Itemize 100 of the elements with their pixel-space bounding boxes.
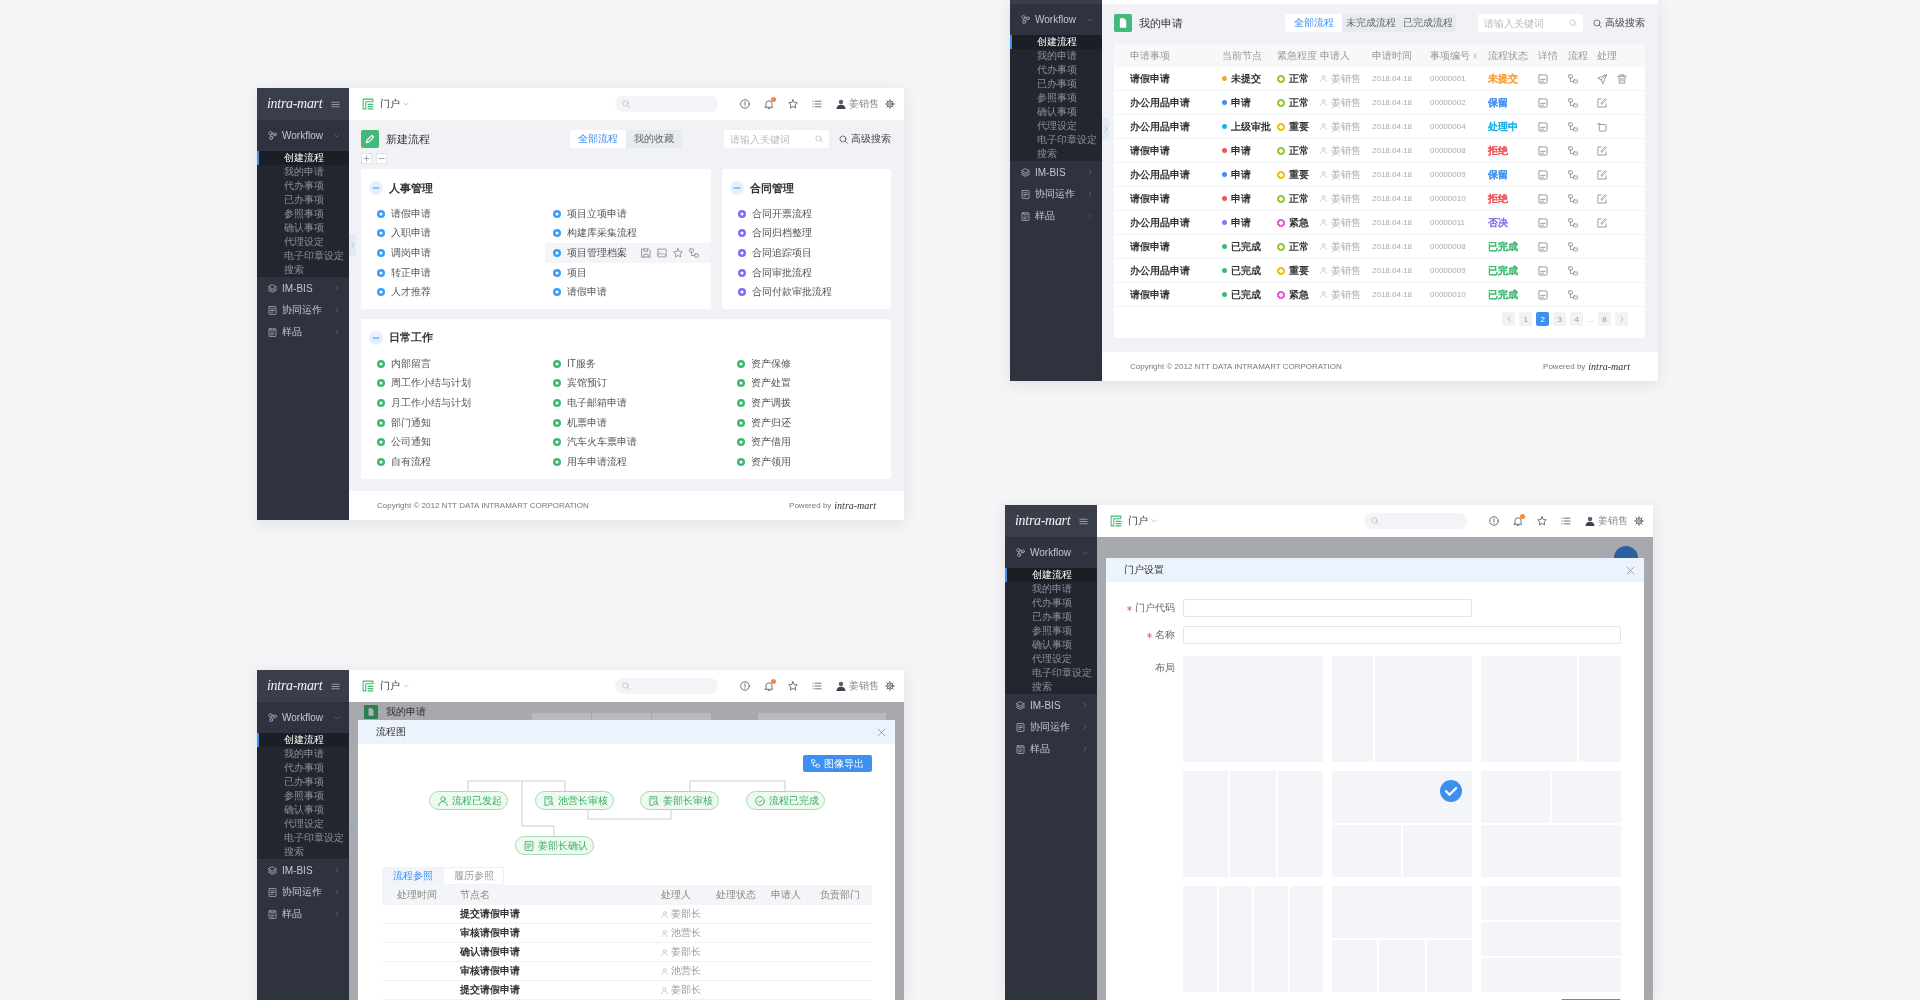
close-button[interactable] — [877, 727, 886, 737]
submenu-item[interactable]: 确认事项 — [257, 803, 349, 817]
user-menu[interactable]: 姜销售 — [836, 679, 879, 693]
submenu-item[interactable]: 已办事项 — [257, 775, 349, 789]
process-item[interactable]: IT服务 — [545, 353, 729, 374]
list-icon[interactable] — [812, 681, 822, 691]
sidebar-menu-item[interactable]: 样品 — [257, 321, 349, 343]
sidebar-menu-item[interactable]: 协同运作 — [1010, 183, 1102, 205]
submenu-item[interactable]: 创建流程 — [1005, 568, 1097, 582]
flow-chart-icon[interactable] — [1568, 217, 1578, 228]
submenu-item[interactable]: 电子印章设定 — [1005, 666, 1097, 680]
process-item[interactable]: 公司通知 — [369, 432, 545, 452]
alert-circle-icon[interactable] — [1489, 516, 1499, 526]
list-icon[interactable] — [812, 99, 822, 109]
menu-icon[interactable] — [331, 99, 340, 109]
bell-icon[interactable] — [764, 681, 774, 691]
submenu-item[interactable]: 电子印章设定 — [1010, 133, 1102, 147]
portal-dropdown[interactable]: 门户 — [380, 97, 409, 111]
edit-icon[interactable] — [1597, 97, 1607, 108]
process-item[interactable]: 转正申请 — [369, 262, 545, 283]
collapse-handle[interactable] — [349, 234, 356, 256]
submenu-item[interactable]: 代理设定 — [1010, 119, 1102, 133]
edit-icon[interactable] — [1597, 169, 1607, 180]
submenu-item[interactable]: 参照事项 — [1010, 91, 1102, 105]
settings-icon[interactable] — [885, 99, 895, 109]
process-item[interactable]: 资产归还 — [729, 412, 891, 433]
submenu-item[interactable]: 确认事项 — [257, 221, 349, 235]
tab[interactable]: 全部流程 — [570, 130, 626, 148]
sidebar-menu-item[interactable]: 协同运作 — [257, 881, 349, 903]
flow-chart-icon[interactable] — [1568, 241, 1578, 252]
sidebar-menu-item[interactable]: Workflow — [257, 120, 349, 151]
image-icon[interactable] — [657, 248, 667, 258]
process-item[interactable]: 请假申请 — [545, 282, 711, 302]
search-field[interactable] — [615, 678, 718, 694]
flow-chart-icon[interactable] — [1568, 145, 1578, 156]
submenu-item[interactable]: 代办事项 — [257, 761, 349, 775]
process-item[interactable]: 资产借用 — [729, 432, 891, 452]
sidebar-menu-item[interactable]: IM-BIS — [257, 277, 349, 299]
submenu-item[interactable]: 参照事项 — [257, 207, 349, 221]
process-item[interactable]: 用车申请流程 — [545, 451, 729, 472]
settings-icon[interactable] — [1634, 516, 1644, 526]
sidebar-menu-item[interactable]: 协同运作 — [1005, 716, 1097, 738]
minus-circle-icon[interactable] — [730, 181, 744, 195]
text-input[interactable] — [1183, 599, 1472, 617]
plus-button[interactable] — [361, 153, 372, 164]
process-item[interactable]: 合同审批流程 — [730, 262, 891, 283]
process-item[interactable]: 资产保修 — [729, 353, 891, 374]
submenu-item[interactable]: 我的申请 — [1005, 582, 1097, 596]
tab[interactable]: 全部流程 — [1285, 14, 1342, 32]
user-menu[interactable]: 姜销售 — [1585, 514, 1628, 528]
tab[interactable]: 未完成流程 — [1342, 14, 1399, 32]
close-button[interactable] — [1626, 565, 1635, 575]
collapse-handle[interactable] — [1097, 651, 1104, 673]
process-item[interactable]: 资产处置 — [729, 373, 891, 394]
flow-chart-icon[interactable] — [1568, 97, 1578, 108]
submenu-item[interactable]: 确认事项 — [1005, 638, 1097, 652]
details-icon[interactable] — [1538, 121, 1548, 132]
flow-chart-icon[interactable] — [1568, 289, 1578, 300]
process-item[interactable]: 资产调拨 — [729, 393, 891, 413]
flow-chart-icon[interactable] — [1568, 121, 1578, 132]
process-item[interactable]: 项目管理档案 — [545, 243, 711, 263]
submenu-item[interactable]: 参照事项 — [1005, 624, 1097, 638]
process-item[interactable]: 资产领用 — [729, 451, 891, 472]
process-item[interactable]: 调岗申请 — [369, 243, 545, 263]
sort-icon[interactable] — [1472, 52, 1478, 59]
sidebar-menu-item[interactable]: Workflow — [1010, 4, 1102, 35]
save-icon[interactable] — [641, 248, 651, 258]
details-icon[interactable] — [1538, 241, 1548, 252]
submenu-item[interactable]: 已办事项 — [257, 193, 349, 207]
flow-chart-icon[interactable] — [1568, 265, 1578, 276]
star-icon[interactable] — [673, 248, 683, 258]
advanced-search-button[interactable]: 高级搜索 — [1593, 16, 1645, 30]
process-item[interactable]: 项目 — [545, 262, 711, 283]
submenu-item[interactable]: 代理设定 — [1005, 652, 1097, 666]
submenu-item[interactable]: 代理设定 — [257, 235, 349, 249]
details-icon[interactable] — [1538, 265, 1548, 276]
details-icon[interactable] — [1538, 73, 1548, 84]
process-item[interactable]: 合同归档整理 — [730, 223, 891, 244]
previous-page-button[interactable] — [1502, 312, 1516, 326]
send-icon[interactable] — [1597, 73, 1607, 84]
floating-action-button[interactable] — [1614, 546, 1638, 558]
flow-chart-icon[interactable] — [1568, 73, 1578, 84]
process-item[interactable]: 请假申请 — [369, 204, 545, 224]
process-item[interactable]: 人才推荐 — [369, 282, 545, 302]
details-icon[interactable] — [1538, 217, 1548, 228]
tab[interactable]: 已完成流程 — [1399, 14, 1456, 32]
text-input[interactable] — [1183, 626, 1621, 644]
edit-icon[interactable] — [1597, 145, 1607, 156]
collapse-handle[interactable] — [1102, 118, 1109, 140]
layout-option[interactable] — [1332, 771, 1472, 877]
details-icon[interactable] — [1538, 97, 1548, 108]
menu-icon[interactable] — [1079, 516, 1088, 526]
submenu-item[interactable]: 代理设定 — [257, 817, 349, 831]
process-item[interactable]: 部门通知 — [369, 412, 545, 433]
details-icon[interactable] — [1538, 169, 1548, 180]
process-item[interactable]: 周工作小结与计划 — [369, 373, 545, 394]
submenu-item[interactable]: 搜索 — [257, 845, 349, 859]
user-menu[interactable]: 姜销售 — [836, 97, 879, 111]
process-item[interactable]: 机票申请 — [545, 412, 729, 433]
submenu-item[interactable]: 参照事项 — [257, 789, 349, 803]
